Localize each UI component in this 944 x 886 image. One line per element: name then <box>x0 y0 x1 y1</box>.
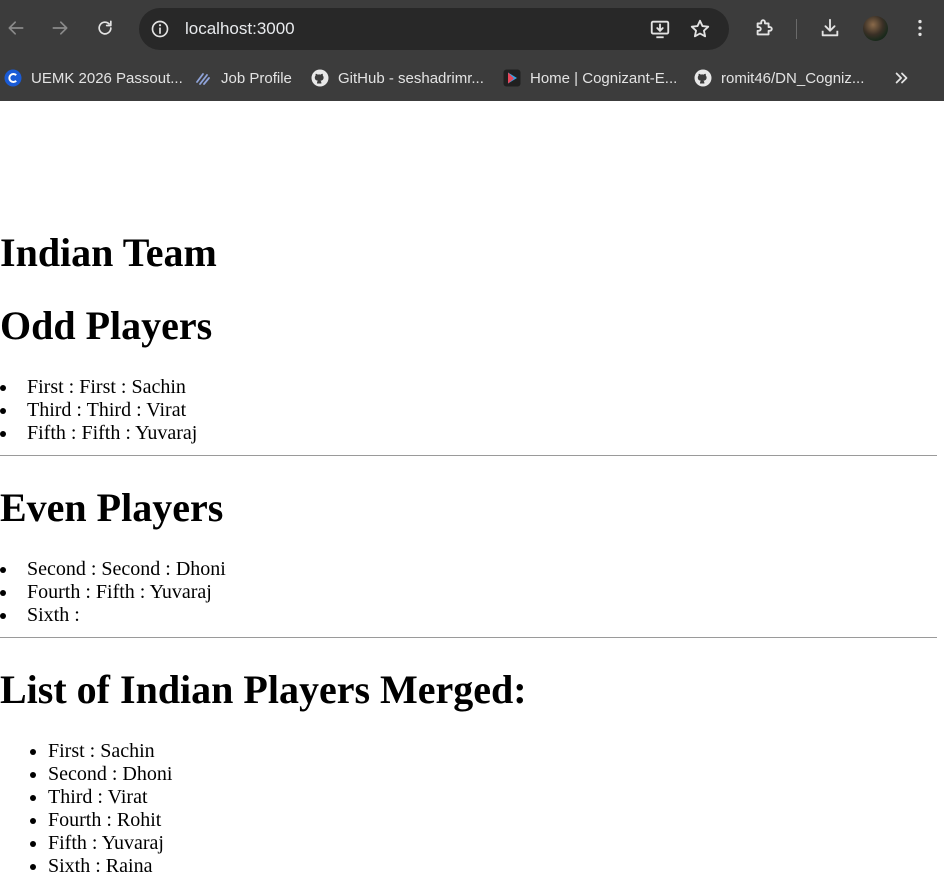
bookmark-star-button[interactable] <box>688 17 712 41</box>
forward-button[interactable] <box>46 14 74 42</box>
bookmark-label: GitHub - seshadrimr... <box>338 69 484 87</box>
menu-button[interactable] <box>908 16 932 40</box>
arrow-left-icon <box>8 21 24 35</box>
odd-players-heading: Odd Players <box>0 303 213 348</box>
install-app-button[interactable] <box>648 17 672 41</box>
merged-players-heading: List of Indian Players Merged: <box>0 667 527 712</box>
profile-avatar[interactable] <box>863 16 888 41</box>
list-item: Fourth : Fifth : Yuvaraj <box>0 581 226 604</box>
github-icon <box>311 69 329 87</box>
list-item: First : Sachin <box>48 740 172 763</box>
c-logo-icon <box>4 69 22 87</box>
browser-chrome: localhost:3000 UEMK 2026 Passout... Job … <box>0 0 944 101</box>
double-chevron-right-icon <box>895 72 908 84</box>
list-item: Sixth : <box>0 604 226 627</box>
more-bookmarks-button[interactable] <box>892 68 912 88</box>
kebab-menu-icon <box>918 19 922 37</box>
list-item: Third : Virat <box>48 786 172 809</box>
bookmark-job-profile[interactable]: Job Profile <box>194 66 292 90</box>
bookmarks-bar: UEMK 2026 Passout... Job Profile GitHub … <box>0 56 944 101</box>
page-title: Indian Team <box>0 230 217 275</box>
bookmark-label: Home | Cognizant-E... <box>530 69 678 87</box>
downloads-button[interactable] <box>818 16 842 40</box>
odd-players-list: First : First : Sachin Third : Third : V… <box>0 376 197 445</box>
bookmark-cognizant-home[interactable]: Home | Cognizant-E... <box>503 66 677 90</box>
merged-players-list: First : Sachin Second : Dhoni Third : Vi… <box>0 740 172 878</box>
download-icon <box>821 18 839 37</box>
bookmark-github-romit[interactable]: romit46/DN_Cogniz... <box>694 66 864 90</box>
reload-button[interactable] <box>91 14 119 42</box>
extensions-button[interactable] <box>752 16 776 40</box>
play-logo-icon <box>503 69 521 87</box>
bookmark-github-seshadri[interactable]: GitHub - seshadrimr... <box>311 66 484 90</box>
browser-toolbar: localhost:3000 <box>0 0 944 56</box>
address-bar[interactable]: localhost:3000 <box>139 8 729 50</box>
star-icon <box>690 19 710 38</box>
list-item: First : First : Sachin <box>0 376 197 399</box>
even-players-list: Second : Second : Dhoni Fourth : Fifth :… <box>0 558 226 627</box>
list-item: Fourth : Rohit <box>48 809 172 832</box>
arrow-right-icon <box>52 21 68 35</box>
toolbar-divider <box>796 19 797 39</box>
site-info-button[interactable] <box>148 17 172 41</box>
puzzle-icon <box>756 19 773 36</box>
info-icon <box>151 20 169 38</box>
list-item: Second : Second : Dhoni <box>0 558 226 581</box>
install-icon <box>650 20 670 39</box>
bookmark-label: UEMK 2026 Passout... <box>31 69 183 87</box>
list-item: Sixth : Raina <box>48 855 172 878</box>
bookmark-label: romit46/DN_Cogniz... <box>721 69 865 87</box>
back-button[interactable] <box>2 14 30 42</box>
bookmark-uemk[interactable]: UEMK 2026 Passout... <box>4 66 183 90</box>
section-divider <box>0 637 937 638</box>
even-players-heading: Even Players <box>0 485 224 530</box>
list-item: Second : Dhoni <box>48 763 172 786</box>
job-profile-icon <box>194 69 212 87</box>
url-text: localhost:3000 <box>185 19 295 38</box>
github-icon <box>694 69 712 87</box>
list-item: Fifth : Fifth : Yuvaraj <box>0 422 197 445</box>
list-item: Third : Third : Virat <box>0 399 197 422</box>
bookmark-label: Job Profile <box>221 69 292 87</box>
list-item: Fifth : Yuvaraj <box>48 832 172 855</box>
section-divider <box>0 455 937 456</box>
reload-icon <box>98 20 112 35</box>
